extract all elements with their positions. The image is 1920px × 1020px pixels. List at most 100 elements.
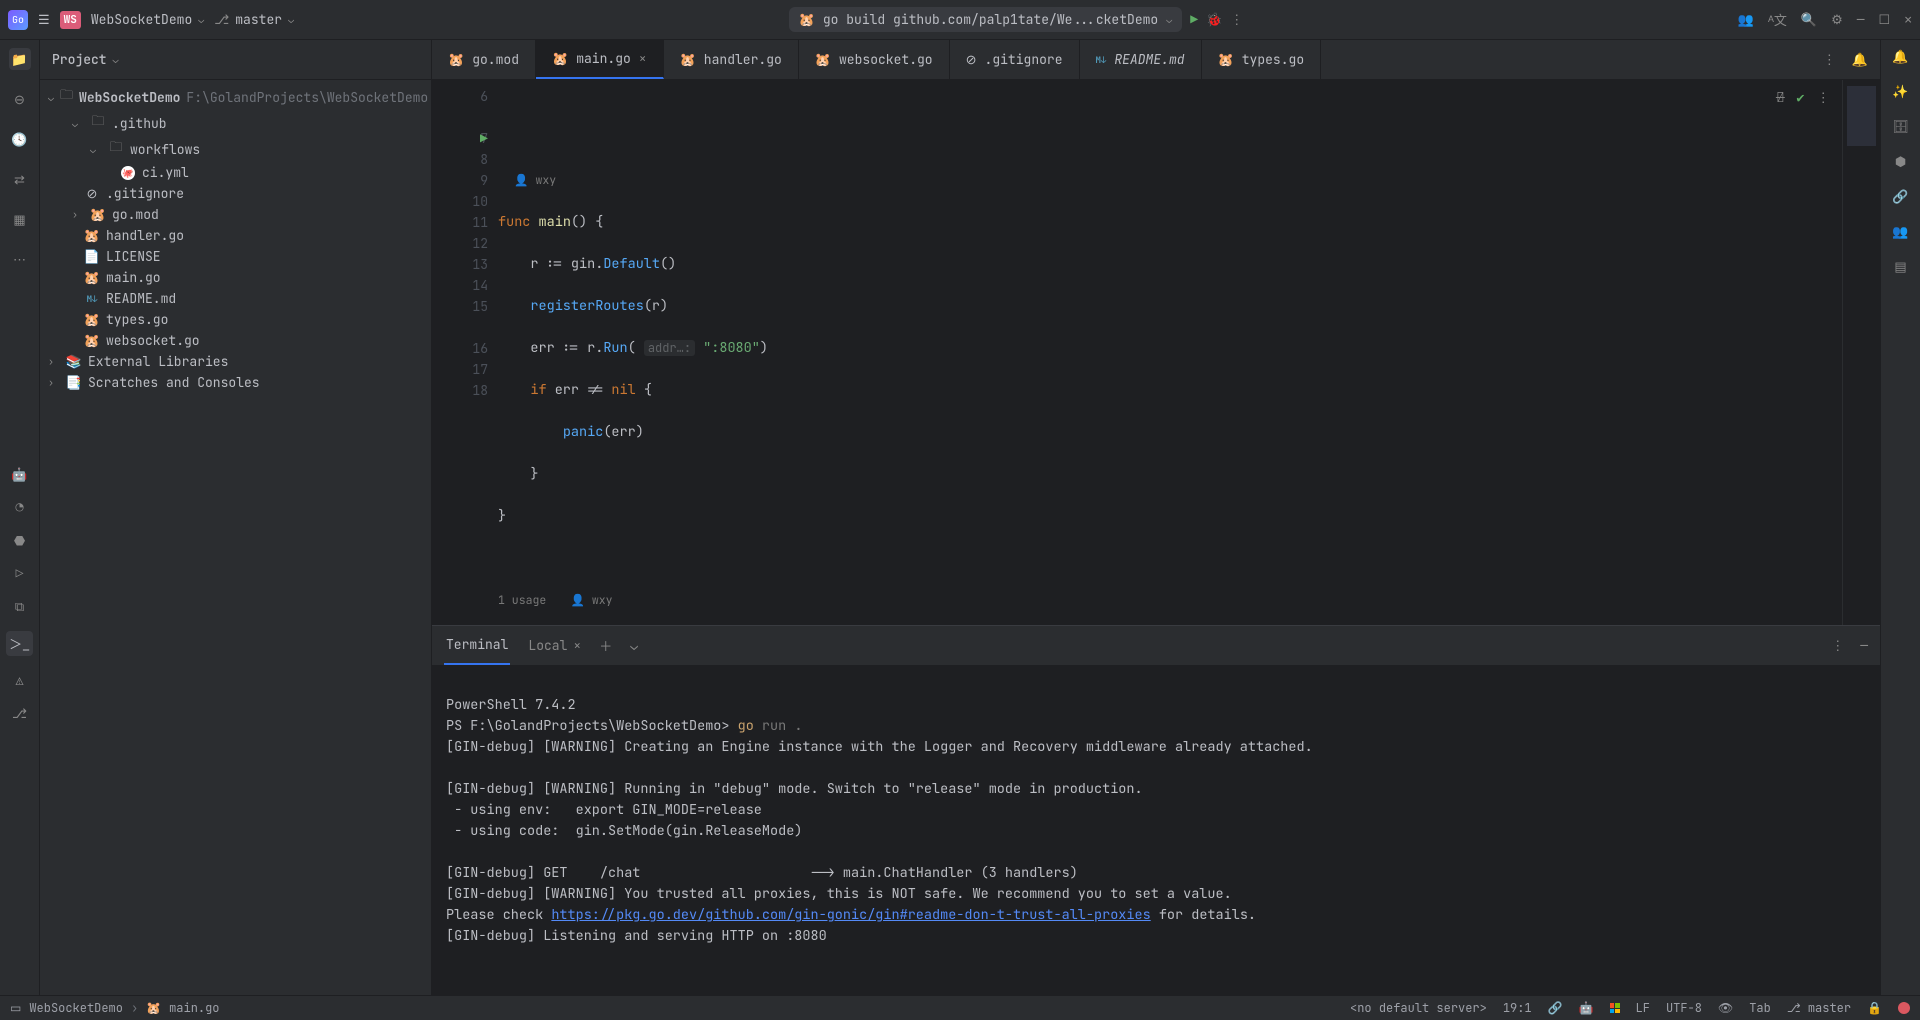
branch-selector[interactable]: ⎇ master ⌄ [214, 11, 294, 28]
tree-file-ci-yml[interactable]: 🐙 ci.yml [40, 162, 431, 183]
tab-websocket[interactable]: 🐹websocket.go [799, 40, 950, 79]
terminal-tool-icon[interactable]: ＞_ [6, 631, 33, 656]
run-tool-icon[interactable]: ▷ [16, 565, 24, 582]
minimize-button[interactable]: — [1857, 11, 1865, 28]
notifications-icon[interactable]: 🔔 [1892, 48, 1908, 65]
code-editor[interactable]: 6 7▶ 8 9 10 11 12 13 14 15 16 17 18 👁̶ ✔… [432, 80, 1880, 625]
error-indicator[interactable] [1898, 1002, 1910, 1014]
commit-tool-icon[interactable]: ⊖ [9, 88, 31, 110]
indent-label[interactable]: Tab [1749, 1000, 1771, 1016]
tree-file-websocket[interactable]: 🐹 websocket.go [40, 330, 431, 351]
git-tool-icon[interactable]: ⎇ [12, 705, 27, 722]
coverage-icon[interactable]: ▤ [1894, 258, 1906, 275]
tree-file-main[interactable]: 🐹 main.go [40, 267, 431, 288]
notifications-icon[interactable]: 🔔 [1852, 51, 1868, 68]
titlebar: Go ☰ WS WebSocketDemo ⌄ ⎇ master ⌄ 🐹 go … [0, 0, 1920, 40]
link-icon[interactable]: 🔗 [1548, 1000, 1563, 1016]
run-button[interactable]: ▶ [1190, 11, 1198, 28]
tree-scratches[interactable]: › 📑 Scratches and Consoles [40, 372, 431, 393]
tab-gitignore[interactable]: ⊘.gitignore [950, 40, 1080, 79]
tree-external-libs[interactable]: › 📚 External Libraries [40, 351, 431, 372]
close-button[interactable]: ✕ [1904, 11, 1912, 28]
project-selector[interactable]: WebSocketDemo ⌄ [91, 11, 204, 28]
markdown-icon: M↓ [84, 293, 100, 305]
maximize-button[interactable]: ☐ [1879, 11, 1891, 28]
terminal-body[interactable]: PowerShell 7.4.2 PS F:\GolandProjects\We… [432, 666, 1880, 995]
project-tool-icon[interactable]: 📁 [9, 48, 31, 70]
tree-file-license[interactable]: 📄 LICENSE [40, 246, 431, 267]
terminal-link[interactable]: https://pkg.go.dev/github.com/gin-gonic/… [551, 906, 1150, 924]
line-separator[interactable]: LF [1636, 1000, 1650, 1016]
copilot-icon[interactable]: 🤖 [1579, 1000, 1594, 1016]
search-icon[interactable]: 🔍 [1801, 11, 1817, 28]
server-status[interactable]: <no default server> [1350, 1000, 1487, 1016]
endpoints-icon[interactable]: 🔗 [1892, 188, 1908, 205]
breadcrumb-file[interactable]: main.go [169, 1000, 219, 1016]
tree-file-gitignore[interactable]: ⊘ .gitignore [40, 183, 431, 204]
dependencies-icon[interactable]: 👥 [1892, 223, 1908, 240]
structure-tool-icon[interactable]: ▦ [9, 208, 31, 230]
usage-hint[interactable]: 1 usage [498, 593, 546, 608]
new-session-button[interactable]: ＋ [599, 636, 612, 655]
translate-icon[interactable]: ᴬ文 [1768, 10, 1787, 29]
tab-readme[interactable]: M↓README.md [1080, 40, 1202, 79]
tab-gomod[interactable]: 🐹go.mod [432, 40, 536, 79]
close-icon[interactable]: × [639, 50, 647, 67]
terminal-tab-title[interactable]: Terminal [444, 626, 510, 665]
windows-icon[interactable] [1610, 1003, 1620, 1013]
chevron-down-icon: ⌄ [198, 13, 204, 26]
profiler-icon[interactable]: ◔ [16, 499, 24, 516]
problems-icon[interactable]: ⚠ [16, 672, 24, 689]
settings-icon[interactable]: ⚙ [1831, 11, 1843, 28]
ai-chat-icon[interactable]: 🤖 [11, 466, 27, 483]
terminal-session-local[interactable]: Local × [528, 637, 581, 654]
editor-tabs: 🐹go.mod 🐹main.go× 🐹handler.go 🐹websocket… [432, 40, 1880, 80]
branch-status[interactable]: ⎇ master [1787, 1000, 1851, 1016]
hamburger-menu[interactable]: ☰ [38, 11, 50, 28]
chevron-down-icon: ⌄ [1166, 13, 1172, 26]
packages-icon[interactable]: ⧉ [15, 598, 24, 615]
close-icon[interactable]: × [573, 637, 581, 654]
tree-file-readme[interactable]: M↓ README.md [40, 288, 431, 309]
encoding[interactable]: UTF-8 [1666, 1000, 1702, 1016]
code-body[interactable]: 👁̶ ✔ ⋮ 👤 wxy func main() { r := gin.Defa… [498, 80, 1842, 625]
run-configuration[interactable]: 🐹 go build github.com/palp1tate/We...cke… [789, 7, 1183, 32]
breadcrumb-project[interactable]: WebSocketDemo [29, 1000, 123, 1016]
ai-assistant-icon[interactable]: ✨ [1892, 83, 1908, 100]
tree-folder-workflows[interactable]: ⌄ 🗀 workflows [40, 136, 431, 162]
tree-root[interactable]: ⌄ 🗀 WebSocketDemo F:\GolandProjects\WebS… [40, 84, 431, 110]
vcs-tool-icon[interactable]: 🕓 [9, 128, 31, 150]
go-icon: 🐹 [680, 51, 696, 68]
code-with-me-icon[interactable]: 👥 [1738, 11, 1754, 28]
database-icon[interactable]: 🗄 [1892, 118, 1909, 135]
more-tool-icon[interactable]: ⋯ [9, 248, 31, 270]
inspection-ok-icon[interactable]: ✔ [1796, 88, 1804, 109]
chevron-down-icon[interactable]: ⌄ [113, 53, 119, 66]
go-icon: 🐹 [90, 206, 106, 223]
run-gutter-icon[interactable]: ▶ [480, 128, 488, 149]
tree-file-types[interactable]: 🐹 types.go [40, 309, 431, 330]
minimap[interactable] [1842, 80, 1880, 625]
lock-icon[interactable]: 🔒 [1867, 1000, 1882, 1016]
inspection-menu-icon[interactable]: ⋮ [1817, 88, 1831, 109]
tree-folder-github[interactable]: ⌄ 🗀 .github [40, 110, 431, 136]
makefile-icon[interactable]: ⬢ [1895, 153, 1906, 170]
tree-file-gomod[interactable]: › 🐹 go.mod [40, 204, 431, 225]
tree-file-handler[interactable]: 🐹 handler.go [40, 225, 431, 246]
more-actions[interactable]: ⋮ [1230, 11, 1243, 28]
tab-menu-icon[interactable]: ⋮ [1823, 51, 1836, 68]
readonly-icon[interactable]: 👁 [1718, 1000, 1733, 1016]
tab-handler[interactable]: 🐹handler.go [664, 40, 799, 79]
caret-position[interactable]: 19:1 [1503, 1000, 1532, 1016]
hide-panel-icon[interactable]: — [1860, 637, 1868, 654]
go-icon: 🐹 [448, 51, 464, 68]
tab-types[interactable]: 🐹types.go [1202, 40, 1322, 79]
session-dropdown[interactable]: ⌄ [630, 637, 638, 654]
pull-requests-icon[interactable]: ⇄ [9, 168, 31, 190]
services-icon[interactable]: ⬣ [14, 532, 25, 549]
terminal-menu-icon[interactable]: ⋮ [1831, 637, 1844, 654]
reader-mode-icon[interactable]: 👁̶ [1776, 88, 1784, 109]
debug-button[interactable]: 🐞 [1206, 11, 1222, 28]
tab-main[interactable]: 🐹main.go× [536, 40, 664, 79]
go-icon: 🐹 [1218, 51, 1234, 68]
